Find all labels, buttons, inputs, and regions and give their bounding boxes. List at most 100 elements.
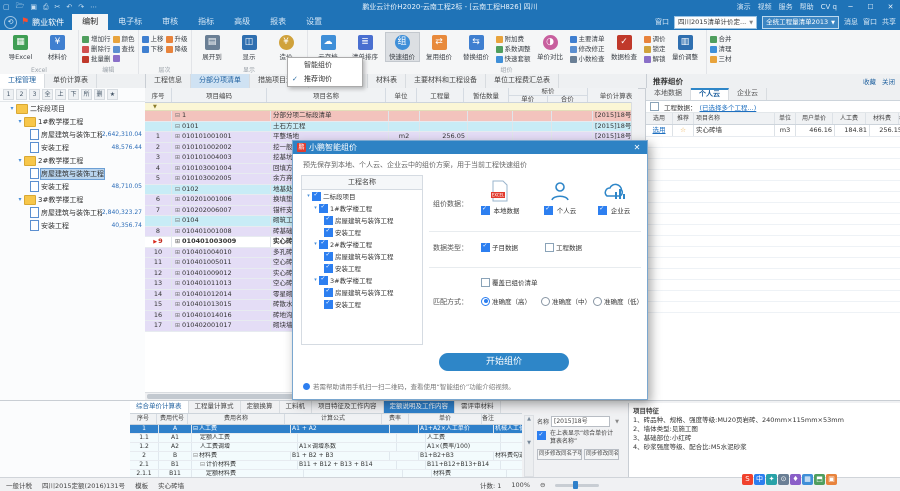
panel-close-button[interactable]: 关闭 xyxy=(882,76,895,86)
tab-unit-fee-summary[interactable]: 单位工程费汇总表 xyxy=(486,74,559,88)
show-name-checkbox[interactable] xyxy=(537,431,546,440)
use-link[interactable]: 选用 xyxy=(646,125,673,136)
all-button[interactable]: 全 xyxy=(42,89,53,100)
caret-icon[interactable]: ▾ xyxy=(16,196,24,203)
help-button[interactable]: 帮助 xyxy=(800,2,814,12)
menu-tab-audit[interactable]: 审核 xyxy=(152,14,188,30)
node-checkbox[interactable] xyxy=(324,252,333,261)
qty-price-adjust-button[interactable]: ▥量价调整 xyxy=(668,32,703,62)
personal-cloud-checkbox[interactable] xyxy=(544,206,553,215)
open-icon[interactable]: 🗁 xyxy=(16,2,25,13)
override-checkbox[interactable] xyxy=(481,278,490,287)
node-checkbox[interactable] xyxy=(319,276,328,285)
sync-same-name-button[interactable]: 同步修改同名 xyxy=(584,449,619,460)
accuracy-high-radio[interactable] xyxy=(481,297,490,306)
quota-select[interactable]: 四川2015清单计价定...▼ xyxy=(674,16,757,29)
star-button[interactable]: ★ xyxy=(107,89,118,100)
tree-node[interactable]: 安装工程48,710.05 xyxy=(0,180,145,193)
zoom-slider-thumb[interactable] xyxy=(573,481,578,489)
node-checkbox[interactable] xyxy=(312,192,321,201)
batch-delete-button[interactable]: 批量删 xyxy=(82,55,111,64)
locate-button[interactable]: 所 xyxy=(81,89,92,100)
node-checkbox[interactable] xyxy=(319,204,328,213)
col-calc-sheet[interactable]: 单价计算表 xyxy=(588,88,638,102)
reuse-pricing-button[interactable]: ⇄复用组价 xyxy=(422,32,457,62)
up-button[interactable]: 上 xyxy=(55,89,66,100)
tab-unit-price-sheet[interactable]: 单价计算表 xyxy=(45,74,97,88)
app-logo[interactable]: ⚑鹏业软件 xyxy=(21,17,72,28)
menu-tab-report[interactable]: 报表 xyxy=(260,14,296,30)
fee-row[interactable]: 2.1B1计价材料费B11 + B12 + B13 + B14B11+B12+B… xyxy=(130,461,522,470)
find-button[interactable]: 查找 xyxy=(113,45,135,54)
multi-project-link[interactable]: (已选择多个工程...) xyxy=(700,102,757,112)
dialog-tree-node[interactable]: ▾3#教学楼工程 xyxy=(302,274,422,286)
unlock-button[interactable]: 解锁 xyxy=(644,55,666,64)
lock-button[interactable]: 锁定 xyxy=(644,45,666,54)
window-button[interactable]: 窗口 xyxy=(863,17,877,27)
expand-to-button[interactable]: ▤展开到 xyxy=(195,32,230,62)
zoom-slider[interactable] xyxy=(555,484,599,487)
materials3-button[interactable]: 三材 xyxy=(710,55,732,64)
minimize-button[interactable]: ─ xyxy=(844,3,857,11)
adjust-price-button[interactable]: 调价 xyxy=(644,35,666,44)
tab-labor-material[interactable]: 工料机 xyxy=(280,401,313,413)
price-compare-button[interactable]: ◑单价对比 xyxy=(533,32,568,62)
dialog-tree-node[interactable]: 安装工程 xyxy=(302,226,422,238)
promote-button[interactable]: 升级 xyxy=(166,35,188,44)
redo-icon[interactable]: ↷ xyxy=(78,3,84,11)
menu-tab-settings[interactable]: 设置 xyxy=(296,14,332,30)
symbol-icon[interactable]: ✦ xyxy=(766,474,777,485)
back-button[interactable]: ⟲ xyxy=(4,16,17,29)
save-icon[interactable]: ▣ xyxy=(30,3,37,11)
node-checkbox[interactable] xyxy=(324,264,333,273)
caret-icon[interactable]: ▾ xyxy=(8,105,16,112)
tab-review-material[interactable]: 需评审材料 xyxy=(455,401,501,413)
message-button[interactable]: 消息 xyxy=(844,17,858,27)
undo-icon[interactable]: ↶ xyxy=(66,3,72,11)
node-checkbox[interactable] xyxy=(324,300,333,309)
sogou-icon[interactable]: S xyxy=(742,474,753,485)
list-standard-select[interactable]: 全统工程量清单2013▼ xyxy=(762,16,839,29)
tab-qty-formula[interactable]: 工程量计算式 xyxy=(189,401,241,413)
fix-correct-button[interactable]: 修改修正 xyxy=(570,45,605,54)
data-check-button[interactable]: ✓数据检查 xyxy=(607,32,642,62)
dialog-tree-node[interactable]: 房屋建筑与装饰工程 xyxy=(302,286,422,298)
surcharge-button[interactable]: 附加费 xyxy=(496,35,531,44)
tree-node[interactable]: ▾1#教学楼工程 xyxy=(0,115,145,128)
demo-button[interactable]: 演示 xyxy=(737,2,751,12)
tab-item-feature[interactable]: 项目特征及工作内容 xyxy=(312,401,384,413)
menu-tab-ebid[interactable]: 电子标 xyxy=(108,14,152,30)
caret-icon[interactable]: ▾ xyxy=(16,118,24,125)
tree-node[interactable]: 房屋建筑与装饰工程2,840,323.27 xyxy=(0,206,145,219)
export-excel-button[interactable]: ▦导Excel xyxy=(3,32,38,62)
caret-icon[interactable]: ▾ xyxy=(312,241,319,247)
calc-sheet-select[interactable]: [2015]18号 xyxy=(551,416,610,427)
col-unit[interactable]: 单位 xyxy=(386,88,417,102)
picture-icon[interactable]: ▦ xyxy=(802,474,813,485)
tab-bill-items[interactable]: 分部分项清单 xyxy=(191,74,250,88)
node-checkbox[interactable] xyxy=(324,216,333,225)
dialog-tree-node[interactable]: 安装工程 xyxy=(302,298,422,310)
display-button[interactable]: ◫显示 xyxy=(232,32,267,62)
project-data-checkbox[interactable] xyxy=(545,243,554,252)
decimal-check-button[interactable]: 小数检查 xyxy=(570,55,605,64)
tree-node[interactable]: 安装工程48,576.44 xyxy=(0,141,145,154)
col-est[interactable]: 暂估数量 xyxy=(464,88,509,102)
print-icon[interactable]: ⎙ xyxy=(43,3,49,12)
tab-local-data[interactable]: 本地数据 xyxy=(646,88,691,100)
quick-pricing-button[interactable]: 组快速组价 xyxy=(385,32,420,62)
bottom-scrollbar[interactable]: ▲▼ xyxy=(524,415,534,477)
emoji-icon[interactable]: ⊙ xyxy=(778,474,789,485)
accuracy-low-radio[interactable] xyxy=(593,297,602,306)
level1-button[interactable]: 1 xyxy=(3,89,14,100)
material-price-button[interactable]: ¥材料价 xyxy=(40,32,75,62)
dialog-tree-node[interactable]: ▾1#教学楼工程 xyxy=(302,202,422,214)
caret-icon[interactable]: ▾ xyxy=(305,193,312,199)
tab-project-info[interactable]: 工程信息 xyxy=(146,74,191,88)
replace-button[interactable] xyxy=(113,55,135,62)
merge-button[interactable]: 合并 xyxy=(710,35,732,44)
local-data-checkbox[interactable] xyxy=(481,206,490,215)
tree-node[interactable]: ▾二标段项目 xyxy=(0,102,145,115)
window-menu-button[interactable]: 窗口 xyxy=(655,17,669,27)
level3-button[interactable]: 3 xyxy=(29,89,40,100)
